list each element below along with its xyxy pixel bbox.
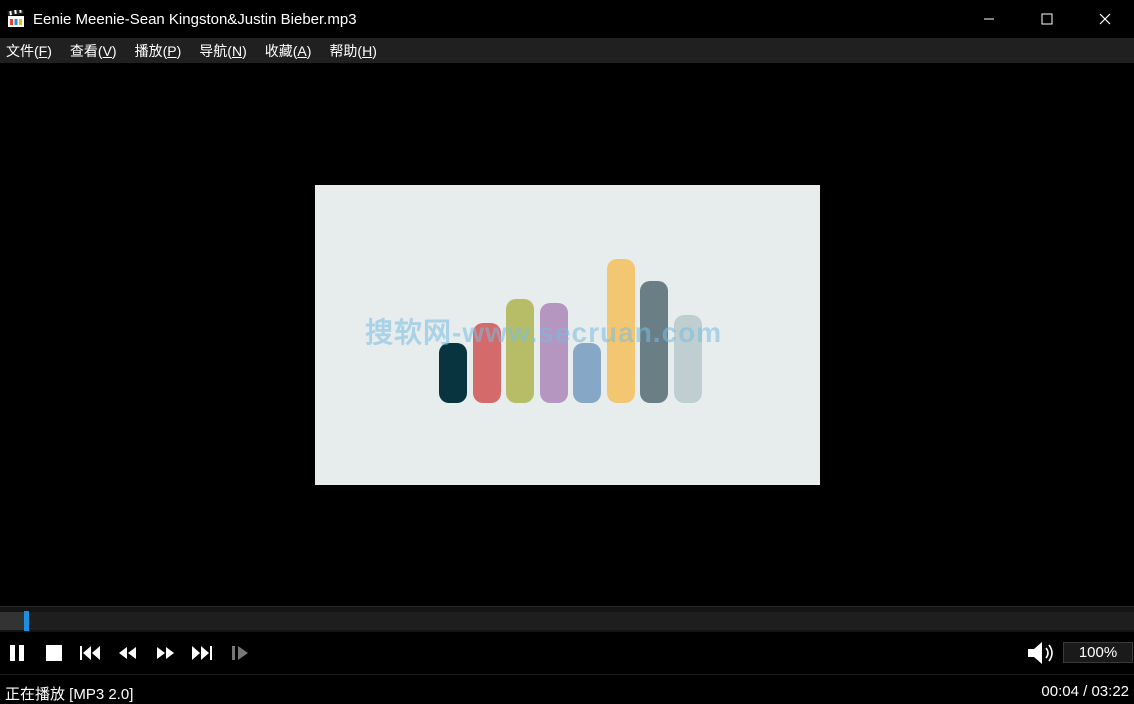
- pause-icon: [10, 645, 24, 661]
- next-button[interactable]: [189, 640, 215, 666]
- menu-view[interactable]: 查看(V): [70, 41, 117, 61]
- menu-bar: 文件(F) 查看(V) 播放(P) 导航(N) 收藏(A) 帮助(H): [0, 38, 1134, 63]
- playback-time: 00:04 / 03:22: [1041, 683, 1129, 700]
- artwork-bar: [573, 343, 601, 403]
- close-button[interactable]: [1076, 0, 1134, 38]
- frame-step-button[interactable]: [227, 640, 253, 666]
- fast-forward-button[interactable]: [153, 640, 179, 666]
- seek-track[interactable]: [0, 612, 1134, 630]
- menu-navigate-key: N: [231, 42, 243, 59]
- minimize-button[interactable]: [960, 0, 1018, 38]
- menu-file-suffix: ): [47, 42, 52, 59]
- seek-thumb[interactable]: [24, 611, 29, 631]
- menu-navigate-suffix: ): [242, 42, 247, 59]
- menu-file-label: 文件(: [6, 42, 39, 59]
- playback-status: 正在播放 [MP3 2.0]: [5, 686, 134, 703]
- pause-button[interactable]: [4, 640, 30, 666]
- minimize-icon: [984, 18, 994, 20]
- menu-help-key: H: [362, 42, 373, 59]
- control-bar: 100%: [0, 632, 1134, 674]
- menu-navigate[interactable]: 导航(N): [199, 41, 246, 61]
- title-bar: Eenie Meenie-Sean Kingston&Justin Bieber…: [0, 0, 1134, 38]
- artwork-bar: [439, 343, 467, 403]
- clapperboard-icon: [7, 8, 25, 28]
- menu-play-suffix: ): [176, 42, 182, 59]
- menu-help[interactable]: 帮助(H): [329, 41, 376, 61]
- menu-view-suffix: ): [111, 42, 117, 59]
- menu-file-key: F: [38, 42, 48, 59]
- fast-forward-icon: [157, 647, 174, 659]
- menu-help-label: 帮助(: [329, 42, 363, 59]
- skip-previous-icon: [80, 646, 100, 660]
- seek-fill: [0, 612, 24, 630]
- menu-view-label: 查看(: [69, 42, 103, 59]
- menu-favorites[interactable]: 收藏(A): [265, 41, 312, 61]
- menu-view-key: V: [102, 42, 112, 59]
- menu-play-key: P: [167, 42, 177, 59]
- volume-icon: [1028, 642, 1053, 664]
- volume-level-display[interactable]: 100%: [1063, 642, 1133, 663]
- menu-favorites-label: 收藏(: [264, 42, 298, 59]
- rewind-icon: [119, 647, 136, 659]
- album-artwork: 搜软网-www.secruan.com: [315, 185, 820, 485]
- watermark-text: 搜软网-www.secruan.com: [365, 317, 723, 348]
- video-area[interactable]: 搜软网-www.secruan.com: [0, 63, 1134, 606]
- seek-bar[interactable]: [0, 606, 1134, 632]
- previous-button[interactable]: [77, 640, 103, 666]
- stop-icon: [46, 645, 62, 661]
- maximize-button[interactable]: [1018, 0, 1076, 38]
- menu-file[interactable]: 文件(F): [6, 41, 52, 61]
- frame-step-icon: [232, 646, 248, 660]
- volume-button[interactable]: [1026, 639, 1056, 667]
- maximize-icon: [1041, 13, 1053, 25]
- menu-favorites-suffix: ): [306, 42, 312, 59]
- menu-favorites-key: A: [297, 42, 307, 59]
- window-title: Eenie Meenie-Sean Kingston&Justin Bieber…: [33, 10, 357, 28]
- menu-play[interactable]: 播放(P): [135, 41, 182, 61]
- rewind-button[interactable]: [115, 640, 141, 666]
- stop-button[interactable]: [41, 640, 67, 666]
- skip-next-icon: [192, 646, 212, 660]
- menu-navigate-label: 导航(: [199, 42, 232, 59]
- menu-help-suffix: ): [372, 42, 377, 59]
- menu-play-label: 播放(: [134, 42, 168, 59]
- close-icon: [1099, 13, 1111, 25]
- status-bar: 正在播放 [MP3 2.0] 00:04 / 03:22: [0, 674, 1134, 704]
